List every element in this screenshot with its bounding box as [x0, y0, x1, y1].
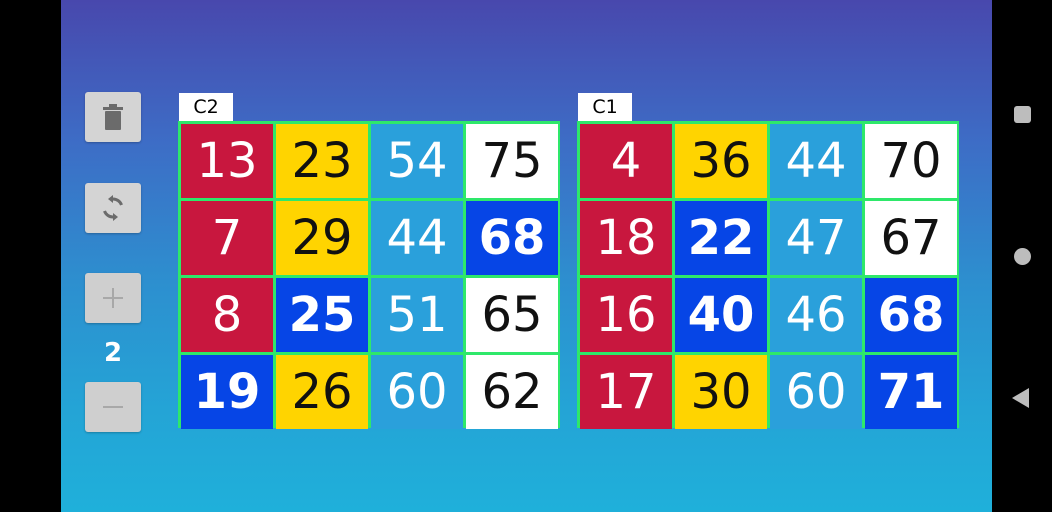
android-nav-bar: [992, 0, 1052, 512]
trash-icon: [102, 104, 124, 130]
bingo-card-c1: 4 36 44 70 18 22 47 67 16 40 46 68 17 30 60 71: [577, 121, 959, 429]
card-cell[interactable]: 4: [580, 124, 672, 198]
card-cell[interactable]: 47: [770, 201, 862, 275]
card-cell[interactable]: 46: [770, 278, 862, 352]
card-cell[interactable]: 25: [276, 278, 368, 352]
bingo-card-c2: 13 23 54 75 7 29 44 68 8 25 51 65 19 26 60 62: [178, 121, 560, 429]
card-label-c1: C1: [578, 93, 632, 122]
card-cell[interactable]: 44: [371, 201, 463, 275]
card-cell[interactable]: 30: [675, 355, 767, 429]
card-cell[interactable]: 40: [675, 278, 767, 352]
card-cell[interactable]: 19: [181, 355, 273, 429]
minus-icon: [102, 396, 124, 418]
card-cell[interactable]: 65: [466, 278, 558, 352]
card-cell[interactable]: 70: [865, 124, 957, 198]
card-cell[interactable]: 60: [371, 355, 463, 429]
card-cell[interactable]: 54: [371, 124, 463, 198]
card-cell[interactable]: 75: [466, 124, 558, 198]
circle-icon[interactable]: [1014, 248, 1031, 265]
card-count: 2: [103, 338, 123, 368]
card-cell[interactable]: 13: [181, 124, 273, 198]
card-cell[interactable]: 16: [580, 278, 672, 352]
delete-button[interactable]: [85, 92, 141, 142]
card-label-c2: C2: [179, 93, 233, 122]
card-cell[interactable]: 67: [865, 201, 957, 275]
square-icon[interactable]: [1014, 106, 1031, 123]
card-cell[interactable]: 68: [466, 201, 558, 275]
card-cell[interactable]: 51: [371, 278, 463, 352]
card-cell[interactable]: 44: [770, 124, 862, 198]
card-cell[interactable]: 22: [675, 201, 767, 275]
card-cell[interactable]: 29: [276, 201, 368, 275]
add-card-button[interactable]: [85, 273, 141, 323]
back-triangle-icon[interactable]: [1012, 388, 1029, 408]
card-cell[interactable]: 7: [181, 201, 273, 275]
remove-card-button[interactable]: [85, 382, 141, 432]
refresh-button[interactable]: [85, 183, 141, 233]
card-cell[interactable]: 62: [466, 355, 558, 429]
card-cell[interactable]: 68: [865, 278, 957, 352]
card-cell[interactable]: 36: [675, 124, 767, 198]
card-cell[interactable]: 18: [580, 201, 672, 275]
card-cell[interactable]: 60: [770, 355, 862, 429]
card-cell[interactable]: 26: [276, 355, 368, 429]
app-screen: 2 C2 13 23 54 75 7 29 44 68 8 25 51 65 19 26 60 62 C1 4…: [61, 0, 992, 512]
card-cell[interactable]: 71: [865, 355, 957, 429]
card-cell[interactable]: 8: [181, 278, 273, 352]
card-cell[interactable]: 23: [276, 124, 368, 198]
refresh-icon: [100, 195, 126, 221]
card-cell[interactable]: 17: [580, 355, 672, 429]
plus-icon: [102, 287, 124, 309]
